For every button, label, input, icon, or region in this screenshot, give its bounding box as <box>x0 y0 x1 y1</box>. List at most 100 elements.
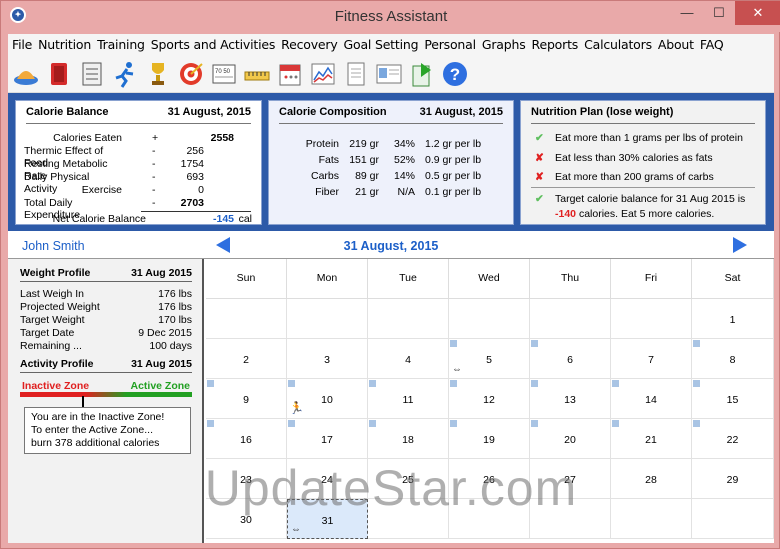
cb-value: 2558 <box>210 132 234 144</box>
calendar-day-number: 4 <box>405 354 411 366</box>
check-icon: ✔ <box>535 132 544 144</box>
calendar-day-4[interactable]: 4 <box>368 339 449 379</box>
plan-item-text: Eat less than 30% calories as fats <box>555 152 713 164</box>
runner-icon[interactable] <box>111 59 139 89</box>
calendar-day-1[interactable]: 1 <box>692 299 774 339</box>
calendar-day-9[interactable]: 9 <box>206 379 287 419</box>
calendar-day-17[interactable]: 17 <box>287 419 368 459</box>
comp-grams: 219 gr <box>349 138 379 150</box>
chart-icon[interactable] <box>309 59 337 89</box>
maximize-button[interactable]: ☐ <box>703 1 735 25</box>
food-icon[interactable] <box>45 59 73 89</box>
calendar-day-3[interactable]: 3 <box>287 339 368 379</box>
cb-sign: - <box>152 171 156 183</box>
calendar-day-number: 11 <box>402 394 414 406</box>
menu-training[interactable]: Training <box>97 37 145 52</box>
menu-sports-activities[interactable]: Sports and Activities <box>151 37 276 52</box>
calendar-day-15[interactable]: 15 <box>692 379 774 419</box>
calendar-day-11[interactable]: 11 <box>368 379 449 419</box>
menu-reports[interactable]: Reports <box>532 37 579 52</box>
calendar-day-6[interactable]: 6 <box>530 339 611 379</box>
nutrition-plan-header: Nutrition Plan (lose weight) <box>531 106 755 124</box>
weight-profile-header: Weight Profile 31 Aug 2015 <box>20 267 192 282</box>
calendar-day-number: 1 <box>729 314 736 326</box>
document-icon[interactable] <box>342 59 370 89</box>
entry-marker <box>369 420 376 427</box>
plan-target-line2: -140 calories. Eat 5 more calories. <box>555 208 714 220</box>
current-date: 31 August, 2015 <box>343 239 439 253</box>
calendar-day-22[interactable]: 22 <box>692 419 774 459</box>
calendar-day-16[interactable]: 16 <box>206 419 287 459</box>
entry-marker <box>693 420 700 427</box>
calendar-day-12[interactable]: 12 <box>449 379 530 419</box>
calendar-day-18[interactable]: 18 <box>368 419 449 459</box>
workout-icon[interactable] <box>78 59 106 89</box>
plan-target-text: calories. Eat 5 more calories. <box>578 208 715 220</box>
calorie-balance-header: Calorie Balance 31 August, 2015 <box>26 106 251 124</box>
calendar-day-2[interactable]: 2 <box>206 339 287 379</box>
comp-pct: 14% <box>393 170 415 182</box>
menu-calculators[interactable]: Calculators <box>584 37 652 52</box>
entry-marker <box>693 340 700 347</box>
minimize-button[interactable]: — <box>671 1 703 25</box>
menu-personal[interactable]: Personal <box>424 37 476 52</box>
comp-per-lb: 1.2 gr per lb <box>425 138 482 150</box>
menu-file[interactable]: File <box>12 37 32 52</box>
cb-sign: - <box>152 197 156 209</box>
calendar-day-number: 18 <box>402 434 414 446</box>
calculator-icon[interactable]: 70 50 <box>210 59 238 89</box>
calendar-day-number: 6 <box>567 354 573 366</box>
title-bar[interactable]: ✦ Fitness Assistant — ☐ ✕ <box>1 1 780 32</box>
day-header-wed: Wed <box>449 259 530 299</box>
calendar-day-5[interactable]: 5 ⇔ <box>449 339 530 379</box>
menu-goal-setting[interactable]: Goal Setting <box>344 37 419 52</box>
next-day-icon[interactable] <box>731 236 749 254</box>
nutrition-plan-title: Nutrition Plan (lose weight) <box>531 106 674 118</box>
export-icon[interactable] <box>408 59 436 89</box>
weight-label: Projected Weight <box>20 301 100 313</box>
calendar-day-8[interactable]: 8 <box>692 339 774 379</box>
menu-graphs[interactable]: Graphs <box>482 37 526 52</box>
entry-marker <box>450 380 457 387</box>
cross-icon: ✘ <box>535 171 544 183</box>
target-icon[interactable] <box>177 59 205 89</box>
calendar-icon[interactable] <box>276 59 304 89</box>
calendar-day-21[interactable]: 21 <box>611 419 692 459</box>
report-icon[interactable] <box>375 59 403 89</box>
cross-icon: ✘ <box>535 152 544 164</box>
calendar-empty-cell <box>368 299 449 339</box>
trophy-icon[interactable] <box>144 59 172 89</box>
comp-grams: 89 gr <box>355 170 379 182</box>
entry-marker <box>612 380 619 387</box>
calendar-day-14[interactable]: 14 <box>611 379 692 419</box>
weight-label: Remaining ... <box>20 340 82 352</box>
menu-recovery[interactable]: Recovery <box>281 37 338 52</box>
plan-item-text: Eat more than 200 grams of carbs <box>555 171 714 183</box>
calendar-day-10[interactable]: 10 🏃 <box>287 379 368 419</box>
help-icon[interactable]: ? <box>441 59 469 89</box>
cb-net-row: Net Calorie Balance -145 cal <box>24 213 254 226</box>
meal-icon[interactable] <box>12 59 40 89</box>
activity-zone-bar <box>20 392 192 397</box>
calendar-day-7[interactable]: 7 <box>611 339 692 379</box>
calendar-day-number: 2 <box>243 354 249 366</box>
cb-net-label: Net Calorie Balance <box>52 213 146 225</box>
menu-about[interactable]: About <box>658 37 694 52</box>
menu-faq[interactable]: FAQ <box>700 37 724 52</box>
calendar-day-19[interactable]: 19 <box>449 419 530 459</box>
close-button[interactable]: ✕ <box>735 1 780 25</box>
entry-marker <box>531 420 538 427</box>
calendar-day-number: 9 <box>243 394 249 406</box>
tape-measure-icon[interactable] <box>243 59 271 89</box>
cb-value: 256 <box>186 145 204 157</box>
calendar-day-13[interactable]: 13 <box>530 379 611 419</box>
calendar-day-number: 17 <box>321 434 333 446</box>
calendar-day-number: 15 <box>726 394 739 406</box>
watermark: UpdateStar.com <box>204 460 578 516</box>
menu-nutrition[interactable]: Nutrition <box>38 37 91 52</box>
activity-profile-title: Activity Profile <box>20 358 94 370</box>
cb-value: 1754 <box>180 158 204 170</box>
svg-text:?: ? <box>450 65 460 84</box>
calendar-day-20[interactable]: 20 <box>530 419 611 459</box>
calendar-day-number: 16 <box>240 434 252 446</box>
